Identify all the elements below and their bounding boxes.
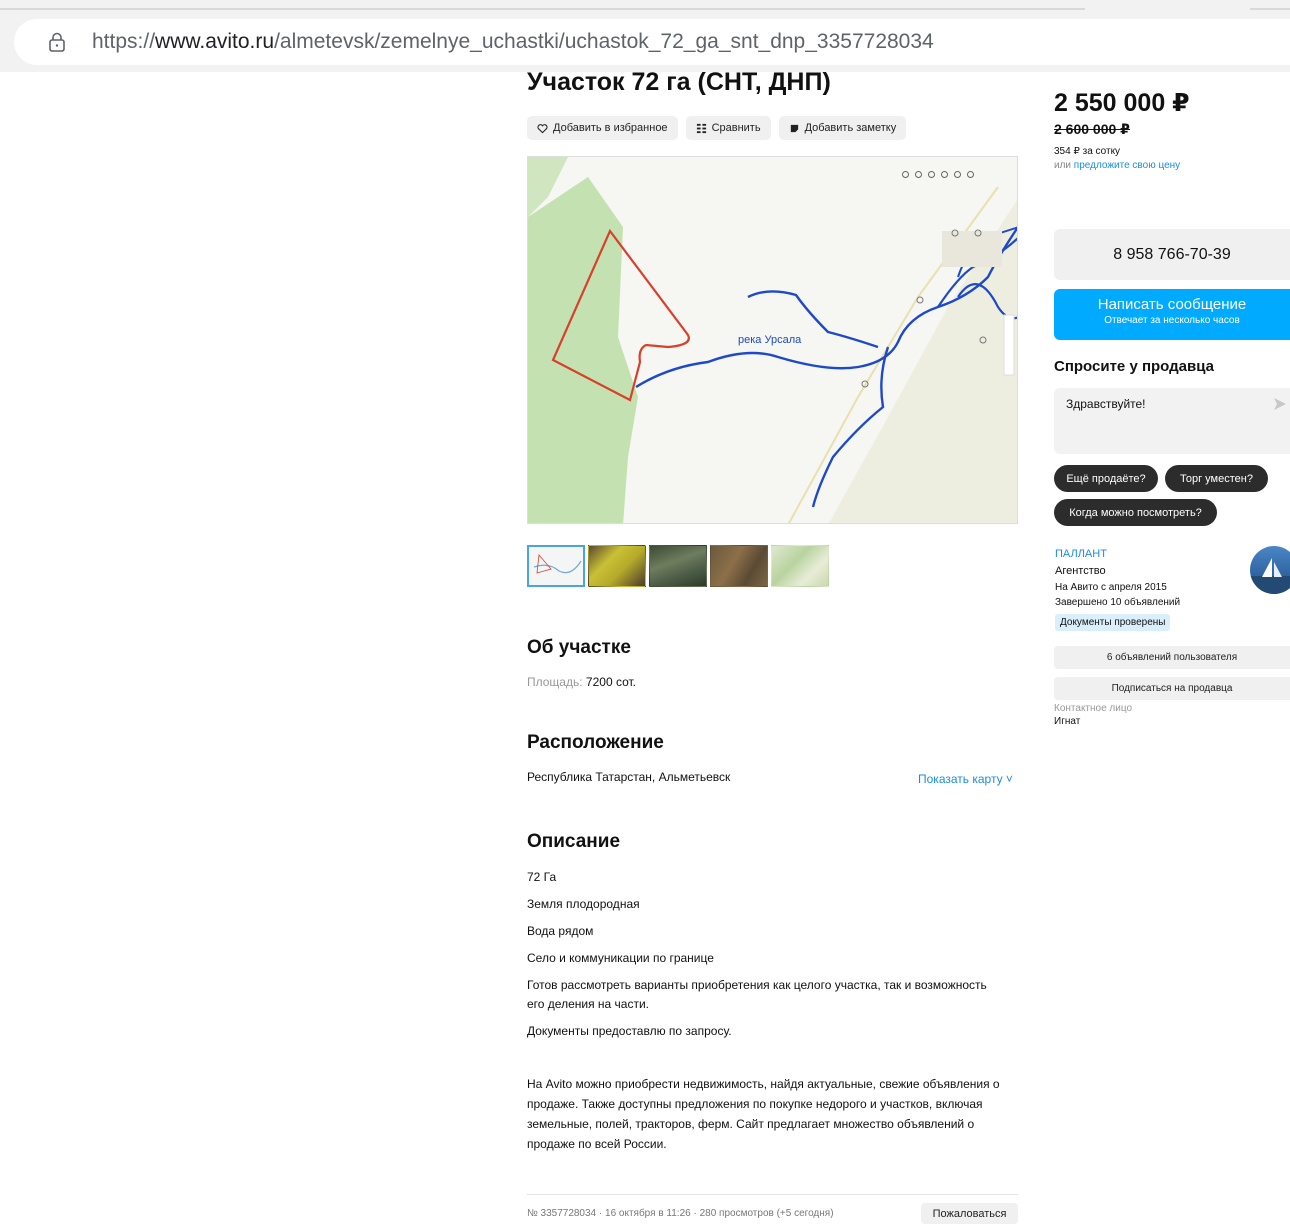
description-line: Земля плодородная <box>527 897 640 911</box>
description-text: 72 Га Земля плодородная Вода рядом Село … <box>527 868 987 1049</box>
thumbnail-satellite-light[interactable] <box>771 545 829 587</box>
map-tool-icon[interactable] <box>928 171 935 178</box>
description-line: Готов рассмотреть варианты приобретения … <box>527 978 987 1011</box>
heart-icon <box>537 123 548 133</box>
offer-prefix: или <box>1054 160 1074 171</box>
note-icon <box>790 124 798 132</box>
area-field: Площадь: 7200 сот. <box>527 675 636 689</box>
seller-completed: Завершено 10 объявлений <box>1055 597 1181 608</box>
map-tool-icon[interactable] <box>915 171 922 178</box>
tab-strip-line <box>1250 8 1290 10</box>
sailboat-avatar-icon <box>1250 546 1290 594</box>
map-thumbnail-icon <box>533 554 582 574</box>
quick-question-chip[interactable]: Торг уместен? <box>1165 465 1268 492</box>
browser-toolbar: https://www.avito.ru/almetevsk/zemelnye_… <box>0 0 1290 72</box>
contact-label: Контактное лицо <box>1054 703 1133 714</box>
forest-area <box>528 177 638 523</box>
price: 2 550 000 ₽ <box>1054 89 1190 117</box>
seller-name-link[interactable]: ПАЛЛАНТ <box>1055 548 1107 560</box>
thumbnail-satellite-green[interactable] <box>649 545 707 587</box>
ask-seller-text: Здравствуйте! <box>1066 397 1146 411</box>
send-icon[interactable] <box>1273 397 1287 411</box>
description-line: 72 Га <box>527 870 557 884</box>
compare-icon <box>696 123 706 133</box>
avatar[interactable] <box>1250 546 1290 594</box>
add-favorite-label: Добавить в избранное <box>553 122 668 134</box>
description-heading: Описание <box>527 831 621 852</box>
zoom-control <box>1003 314 1015 376</box>
compare-button[interactable]: Сравнить <box>685 116 771 140</box>
price-per-unit: 354 ₽ за сотку <box>1054 146 1121 157</box>
show-phone-button[interactable]: 8 958 766-70-39 <box>1054 229 1290 280</box>
location-heading: Расположение <box>527 732 664 753</box>
ask-seller-heading: Спросите у продавца <box>1054 358 1214 375</box>
thumbnail-satellite-yellow[interactable] <box>588 545 646 587</box>
offer-price-line: или предложите свою цену <box>1054 160 1180 171</box>
old-price: 2 600 000 ₽ <box>1054 121 1130 137</box>
url-prefix: https:// <box>92 30 156 53</box>
listing-meta: № 3357728034 · 16 октября в 11:26 · 280 … <box>527 1208 834 1219</box>
seller-since: На Авито с апреля 2015 <box>1055 582 1167 593</box>
write-message-button[interactable]: Написать сообщение Отвечает за несколько… <box>1054 289 1290 340</box>
complain-button[interactable]: Пожаловаться <box>921 1203 1018 1224</box>
description-line: Документы предоставлю по запросу. <box>527 1024 732 1038</box>
listing-actions: Добавить в избранное Сравнить Добавить з… <box>527 116 907 140</box>
about-heading: Об участке <box>527 637 631 658</box>
write-message-label: Написать сообщение <box>1097 296 1247 313</box>
map-tool-icon[interactable] <box>967 171 974 178</box>
lock-icon[interactable] <box>46 31 68 53</box>
area-label: Площадь: <box>527 675 583 689</box>
compare-label: Сравнить <box>711 122 761 134</box>
quick-question-chip[interactable]: Когда можно посмотреть? <box>1054 499 1217 526</box>
documents-verified-badge: Документы проверены <box>1055 614 1171 631</box>
add-note-label: Добавить заметку <box>804 122 897 134</box>
response-time: Отвечает за несколько часов <box>1104 315 1240 326</box>
map-image[interactable]: река Урсала <box>527 156 1018 524</box>
contact-name: Игнат <box>1054 716 1081 727</box>
offer-price-link[interactable]: предложите свою цену <box>1074 160 1180 171</box>
url-path: /almetevsk/zemelnye_uchastki/uchastok_72… <box>274 30 934 53</box>
thumbnail-satellite-brown[interactable] <box>710 545 768 587</box>
add-favorite-button[interactable]: Добавить в избранное <box>527 116 678 140</box>
village-area <box>942 231 1002 267</box>
description-line: Село и коммуникации по границе <box>527 951 714 965</box>
url-text[interactable]: https://www.avito.ru/almetevsk/zemelnye_… <box>92 30 934 54</box>
quick-question-chip[interactable]: Ещё продаёте? <box>1054 465 1158 492</box>
thumbnail-map[interactable] <box>527 545 585 587</box>
area-value: 7200 сот. <box>585 675 636 689</box>
thumbnail-strip <box>527 545 829 587</box>
show-map-link[interactable]: Показать карту ˅ <box>918 772 1013 786</box>
add-note-button[interactable]: Добавить заметку <box>778 116 907 140</box>
map-tool-icon[interactable] <box>902 171 909 178</box>
river-label: река Урсала <box>738 334 802 346</box>
seller-type: Агентство <box>1055 565 1106 577</box>
divider <box>527 1194 1018 1195</box>
page-title: Участок 72 га (СНТ, ДНП) <box>527 68 831 96</box>
subscribe-seller-button[interactable]: Подписаться на продавца <box>1054 677 1290 700</box>
location-address: Республика Татарстан, Альметьевск <box>527 770 731 784</box>
map-tool-icon[interactable] <box>941 171 948 178</box>
address-bar[interactable]: https://www.avito.ru/almetevsk/zemelnye_… <box>14 19 1290 65</box>
url-domain: www.avito.ru <box>155 30 275 53</box>
description-line: Вода рядом <box>527 924 594 938</box>
ask-seller-input[interactable]: Здравствуйте! <box>1054 388 1290 454</box>
seo-text: На Avito можно приобрести недвижимость, … <box>527 1077 1000 1151</box>
map-tool-icon[interactable] <box>954 171 961 178</box>
tab-strip-line <box>0 8 1085 10</box>
map-toolbar <box>902 171 974 178</box>
user-ads-button[interactable]: 6 объявлений пользователя <box>1054 646 1290 669</box>
